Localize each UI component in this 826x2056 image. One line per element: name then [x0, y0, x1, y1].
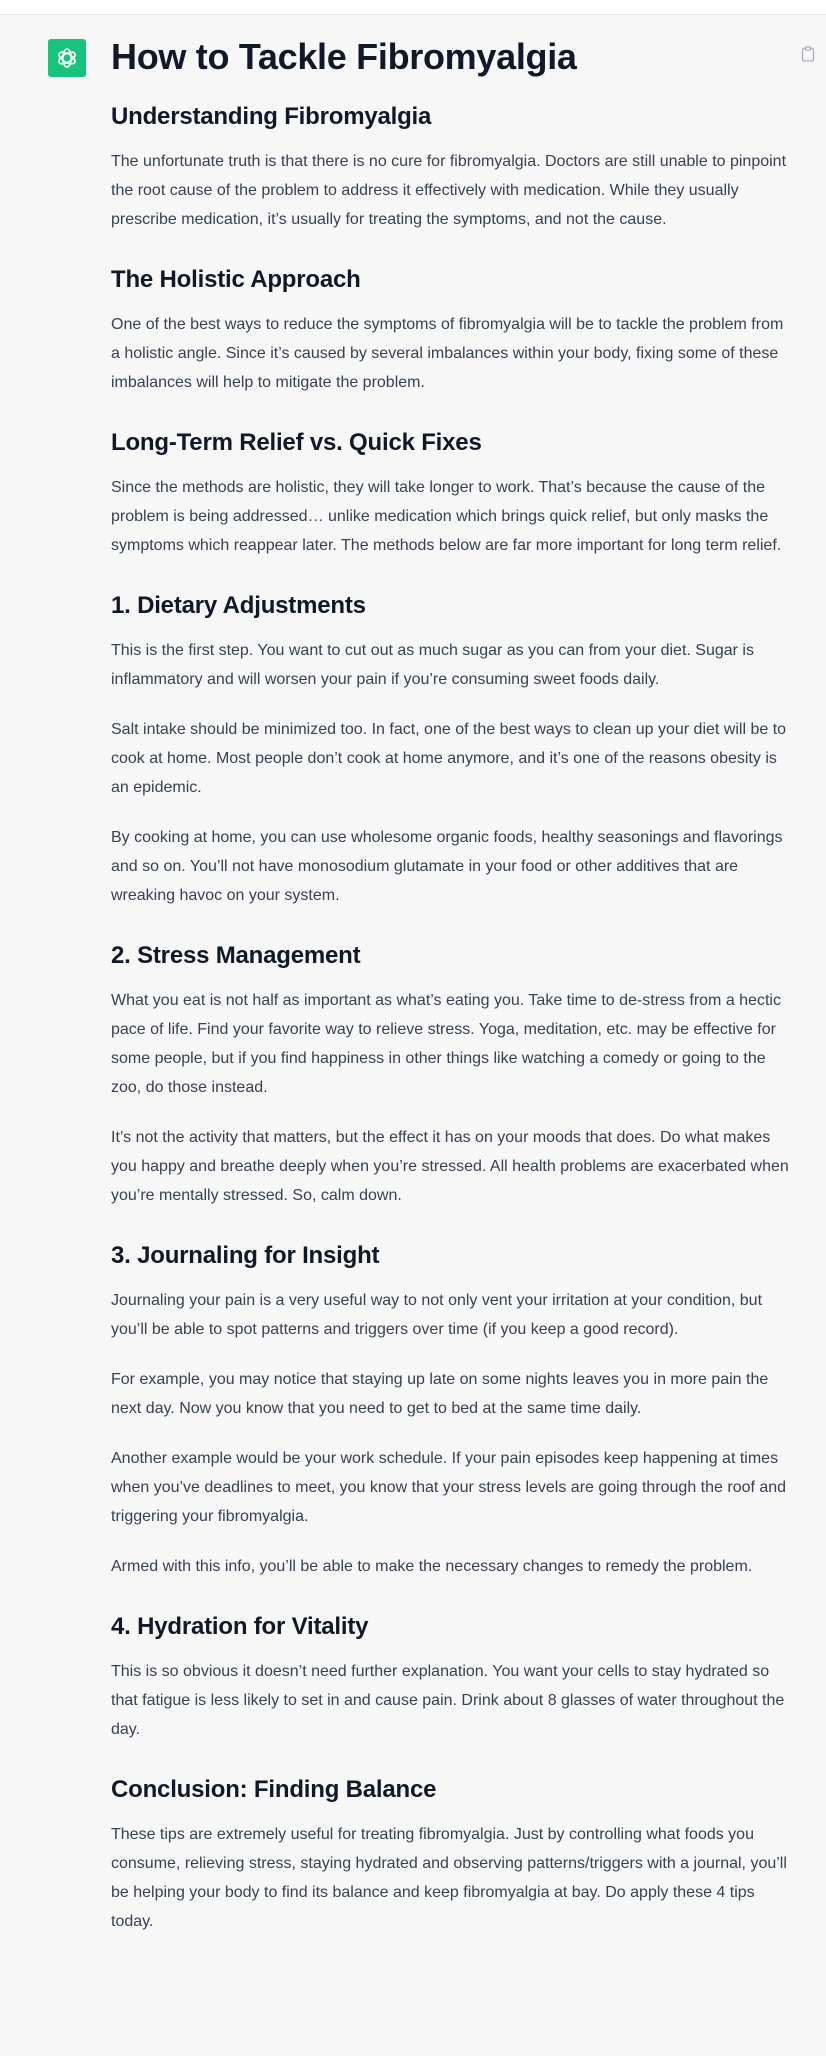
section-paragraph: One of the best ways to reduce the sympt… — [111, 316, 784, 391]
section-paragraph: These tips are extremely useful for trea… — [111, 1826, 787, 1930]
section-paragraph: Journaling your pain is a very useful wa… — [111, 1292, 763, 1338]
copy-button[interactable] — [799, 43, 817, 65]
section-heading: 1. Dietary Adjustments — [111, 592, 366, 619]
section-paragraph: It’s not the activity that matters, but … — [111, 1129, 789, 1204]
clipboard-icon — [801, 46, 815, 62]
section-heading: Long-Term Relief vs. Quick Fixes — [111, 429, 482, 456]
section-heading: 3. Journaling for Insight — [111, 1242, 380, 1269]
article-title: How to Tackle Fibromyalgia — [111, 36, 577, 77]
section-paragraph: This is so obvious it doesn’t need furth… — [111, 1663, 785, 1738]
section-paragraph: Salt intake should be minimized too. In … — [111, 721, 787, 796]
section-heading: Conclusion: Finding Balance — [111, 1776, 437, 1803]
article-section: 2. Stress Management What you eat is not … — [111, 940, 791, 1210]
openai-logo-icon — [58, 48, 76, 68]
article-section: 1. Dietary Adjustments This is the first … — [111, 590, 791, 910]
section-paragraph: Armed with this info, you’ll be able to … — [111, 1558, 753, 1575]
section-paragraph: By cooking at home, you can use wholesom… — [111, 829, 783, 904]
top-divider — [0, 0, 826, 15]
article-section: Conclusion: Finding Balance These tips ar… — [111, 1774, 791, 1936]
section-paragraph: Another example would be your work sched… — [111, 1450, 787, 1525]
section-paragraph: For example, you may notice that staying… — [111, 1371, 769, 1417]
section-paragraph: What you eat is not half as important as… — [111, 992, 781, 1096]
article-section: Understanding Fibromyalgia The unfortunat… — [111, 101, 791, 234]
section-heading: The Holistic Approach — [111, 266, 361, 293]
article-section: 3. Journaling for Insight Journaling your… — [111, 1240, 791, 1581]
article-section: The Holistic Approach One of the best way… — [111, 264, 791, 397]
section-heading: 2. Stress Management — [111, 942, 361, 969]
section-paragraph: Since the methods are holistic, they wil… — [111, 479, 782, 554]
section-paragraph: The unfortunate truth is that there is n… — [111, 153, 787, 228]
section-paragraph: This is the first step. You want to cut … — [111, 642, 754, 688]
article-body: Understanding Fibromyalgia The unfortunat… — [111, 101, 791, 1936]
section-heading: 4. Hydration for Vitality — [111, 1613, 369, 1640]
article-section: Long-Term Relief vs. Quick Fixes Since th… — [111, 427, 791, 560]
message-content: How to Tackle Fibromyalgia Understanding… — [111, 35, 791, 1936]
section-heading: Understanding Fibromyalgia — [111, 103, 432, 130]
article-section: 4. Hydration for Vitality This is so obvi… — [111, 1611, 791, 1744]
assistant-avatar — [48, 39, 86, 77]
